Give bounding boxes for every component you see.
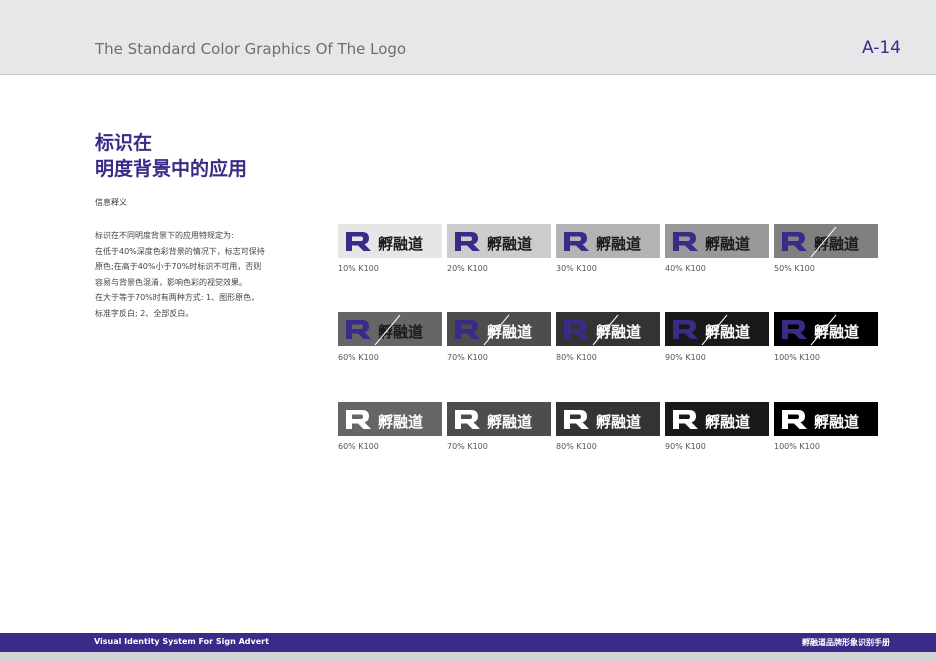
logo-swatch-tile: 孵融道: [774, 312, 878, 346]
swatch-caption: 70% K100: [447, 442, 488, 451]
swatch-caption: 60% K100: [338, 353, 379, 362]
description-line: 标准字反白; 2、全部反白。: [95, 308, 194, 318]
logo-mark: 孵融道: [673, 410, 750, 431]
logo-swatch-tile: 孵融道: [447, 224, 551, 258]
logo-r-symbol: [782, 320, 807, 339]
logo-wordmark: 孵融道: [705, 323, 750, 341]
logo-wordmark: 孵融道: [596, 323, 641, 341]
swatch-caption: 80% K100: [556, 353, 597, 362]
logo-wordmark: 孵融道: [596, 235, 641, 253]
logo-mark: 孵融道: [564, 314, 641, 346]
description-line: 在大于等于70%时有两种方式: 1、图形原色，: [95, 293, 260, 302]
logo-wordmark: 孵融道: [378, 235, 423, 253]
logo-wordmark: 孵融道: [378, 413, 423, 431]
swatch-caption: 30% K100: [556, 264, 597, 273]
footer-bar: Visual Identity System For Sign Advert 孵…: [0, 633, 936, 652]
logo-mark: 孵融道: [782, 314, 859, 346]
logo-swatch-tile: 孵融道: [774, 224, 878, 258]
logo-r-symbol: [564, 232, 589, 251]
description-line: 容易与背景色混淆，影响色彩的视觉效果。: [95, 277, 247, 287]
logo-r-symbol: [673, 232, 698, 251]
logo-r-symbol: [564, 320, 589, 339]
section-subheading: 信息释义: [95, 198, 127, 207]
logo-swatch-tile: 孵融道: [774, 402, 878, 436]
swatch-caption: 100% K100: [774, 353, 820, 362]
description-text: 标识在不同明度背景下的应用特规定为: 在低于40%深度色彩背景的情况下，标志可保…: [95, 228, 295, 321]
swatch-caption: 10% K100: [338, 264, 379, 273]
swatch-caption: 40% K100: [665, 264, 706, 273]
logo-wordmark: 孵融道: [487, 413, 532, 431]
logo-mark: 孵融道: [346, 314, 423, 346]
page-title-line-2: 明度背景中的应用: [95, 158, 248, 180]
footer-right-text: 孵融道品牌形象识别手册: [802, 638, 890, 647]
footer-bottom-strip: [0, 652, 936, 662]
logo-mark: 孵融道: [782, 410, 859, 431]
page-title: 标识在 明度背景中的应用: [95, 130, 247, 182]
description-line: 标识在不同明度背景下的应用特规定为:: [95, 231, 234, 240]
swatch-caption: 70% K100: [447, 353, 488, 362]
logo-wordmark: 孵融道: [814, 413, 859, 431]
logo-mark: 孵融道: [346, 410, 423, 431]
logo-swatch-tile: 孵融道: [447, 312, 551, 346]
swatch-caption: 90% K100: [665, 442, 706, 451]
logo-swatch-tile: 孵融道: [556, 312, 660, 346]
logo-wordmark: 孵融道: [814, 323, 859, 341]
logo-swatch-tile: 孵融道: [556, 402, 660, 436]
logo-mark: 孵融道: [673, 232, 750, 253]
logo-r-symbol: [346, 232, 371, 251]
logo-mark: 孵融道: [455, 232, 532, 253]
logo-swatch-tile: 孵融道: [338, 312, 442, 346]
logo-r-symbol: [564, 410, 589, 429]
logo-r-symbol: [782, 232, 807, 251]
header-title: The Standard Color Graphics Of The Logo: [95, 40, 407, 58]
swatch-caption: 50% K100: [774, 264, 815, 273]
logo-r-symbol: [346, 320, 371, 339]
logo-r-symbol: [455, 232, 480, 251]
logo-mark: 孵融道: [346, 232, 423, 253]
swatch-caption: 60% K100: [338, 442, 379, 451]
logo-r-symbol: [782, 410, 807, 429]
logo-mark: 孵融道: [782, 226, 859, 258]
swatch-caption: 20% K100: [447, 264, 488, 273]
logo-wordmark: 孵融道: [705, 413, 750, 431]
swatch-caption: 90% K100: [665, 353, 706, 362]
logo-wordmark: 孵融道: [378, 323, 423, 341]
description-line: 原色;在高于40%小于70%时标识不可用，否则: [95, 262, 262, 271]
logo-swatch-tile: 孵融道: [338, 224, 442, 258]
logo-wordmark: 孵融道: [487, 323, 532, 341]
logo-mark: 孵融道: [564, 232, 641, 253]
logo-wordmark: 孵融道: [596, 413, 641, 431]
header-bar: The Standard Color Graphics Of The Logo …: [0, 0, 936, 75]
logo-r-symbol: [346, 410, 371, 429]
logo-swatch-tile: 孵融道: [447, 402, 551, 436]
logo-swatch-tile: 孵融道: [665, 224, 769, 258]
logo-mark: 孵融道: [455, 410, 532, 431]
logo-r-symbol: [455, 410, 480, 429]
logo-wordmark: 孵融道: [705, 235, 750, 253]
swatch-caption: 100% K100: [774, 442, 820, 451]
logo-wordmark: 孵融道: [814, 235, 859, 253]
logo-mark: 孵融道: [564, 410, 641, 431]
logo-wordmark: 孵融道: [487, 235, 532, 253]
page-title-line-1: 标识在: [95, 132, 153, 154]
footer-left-text: Visual Identity System For Sign Advert: [94, 637, 269, 646]
page-number: A-14: [861, 38, 901, 58]
logo-r-symbol: [455, 320, 480, 339]
logo-swatch-tile: 孵融道: [338, 402, 442, 436]
logo-mark: 孵融道: [455, 314, 532, 346]
swatch-caption: 80% K100: [556, 442, 597, 451]
logo-swatch-tile: 孵融道: [665, 402, 769, 436]
logo-swatch-tile: 孵融道: [556, 224, 660, 258]
logo-r-symbol: [673, 320, 698, 339]
logo-r-symbol: [673, 410, 698, 429]
description-line: 在低于40%深度色彩背景的情况下，标志可保持: [95, 246, 265, 256]
logo-mark: 孵融道: [673, 314, 750, 346]
logo-swatch-tile: 孵融道: [665, 312, 769, 346]
